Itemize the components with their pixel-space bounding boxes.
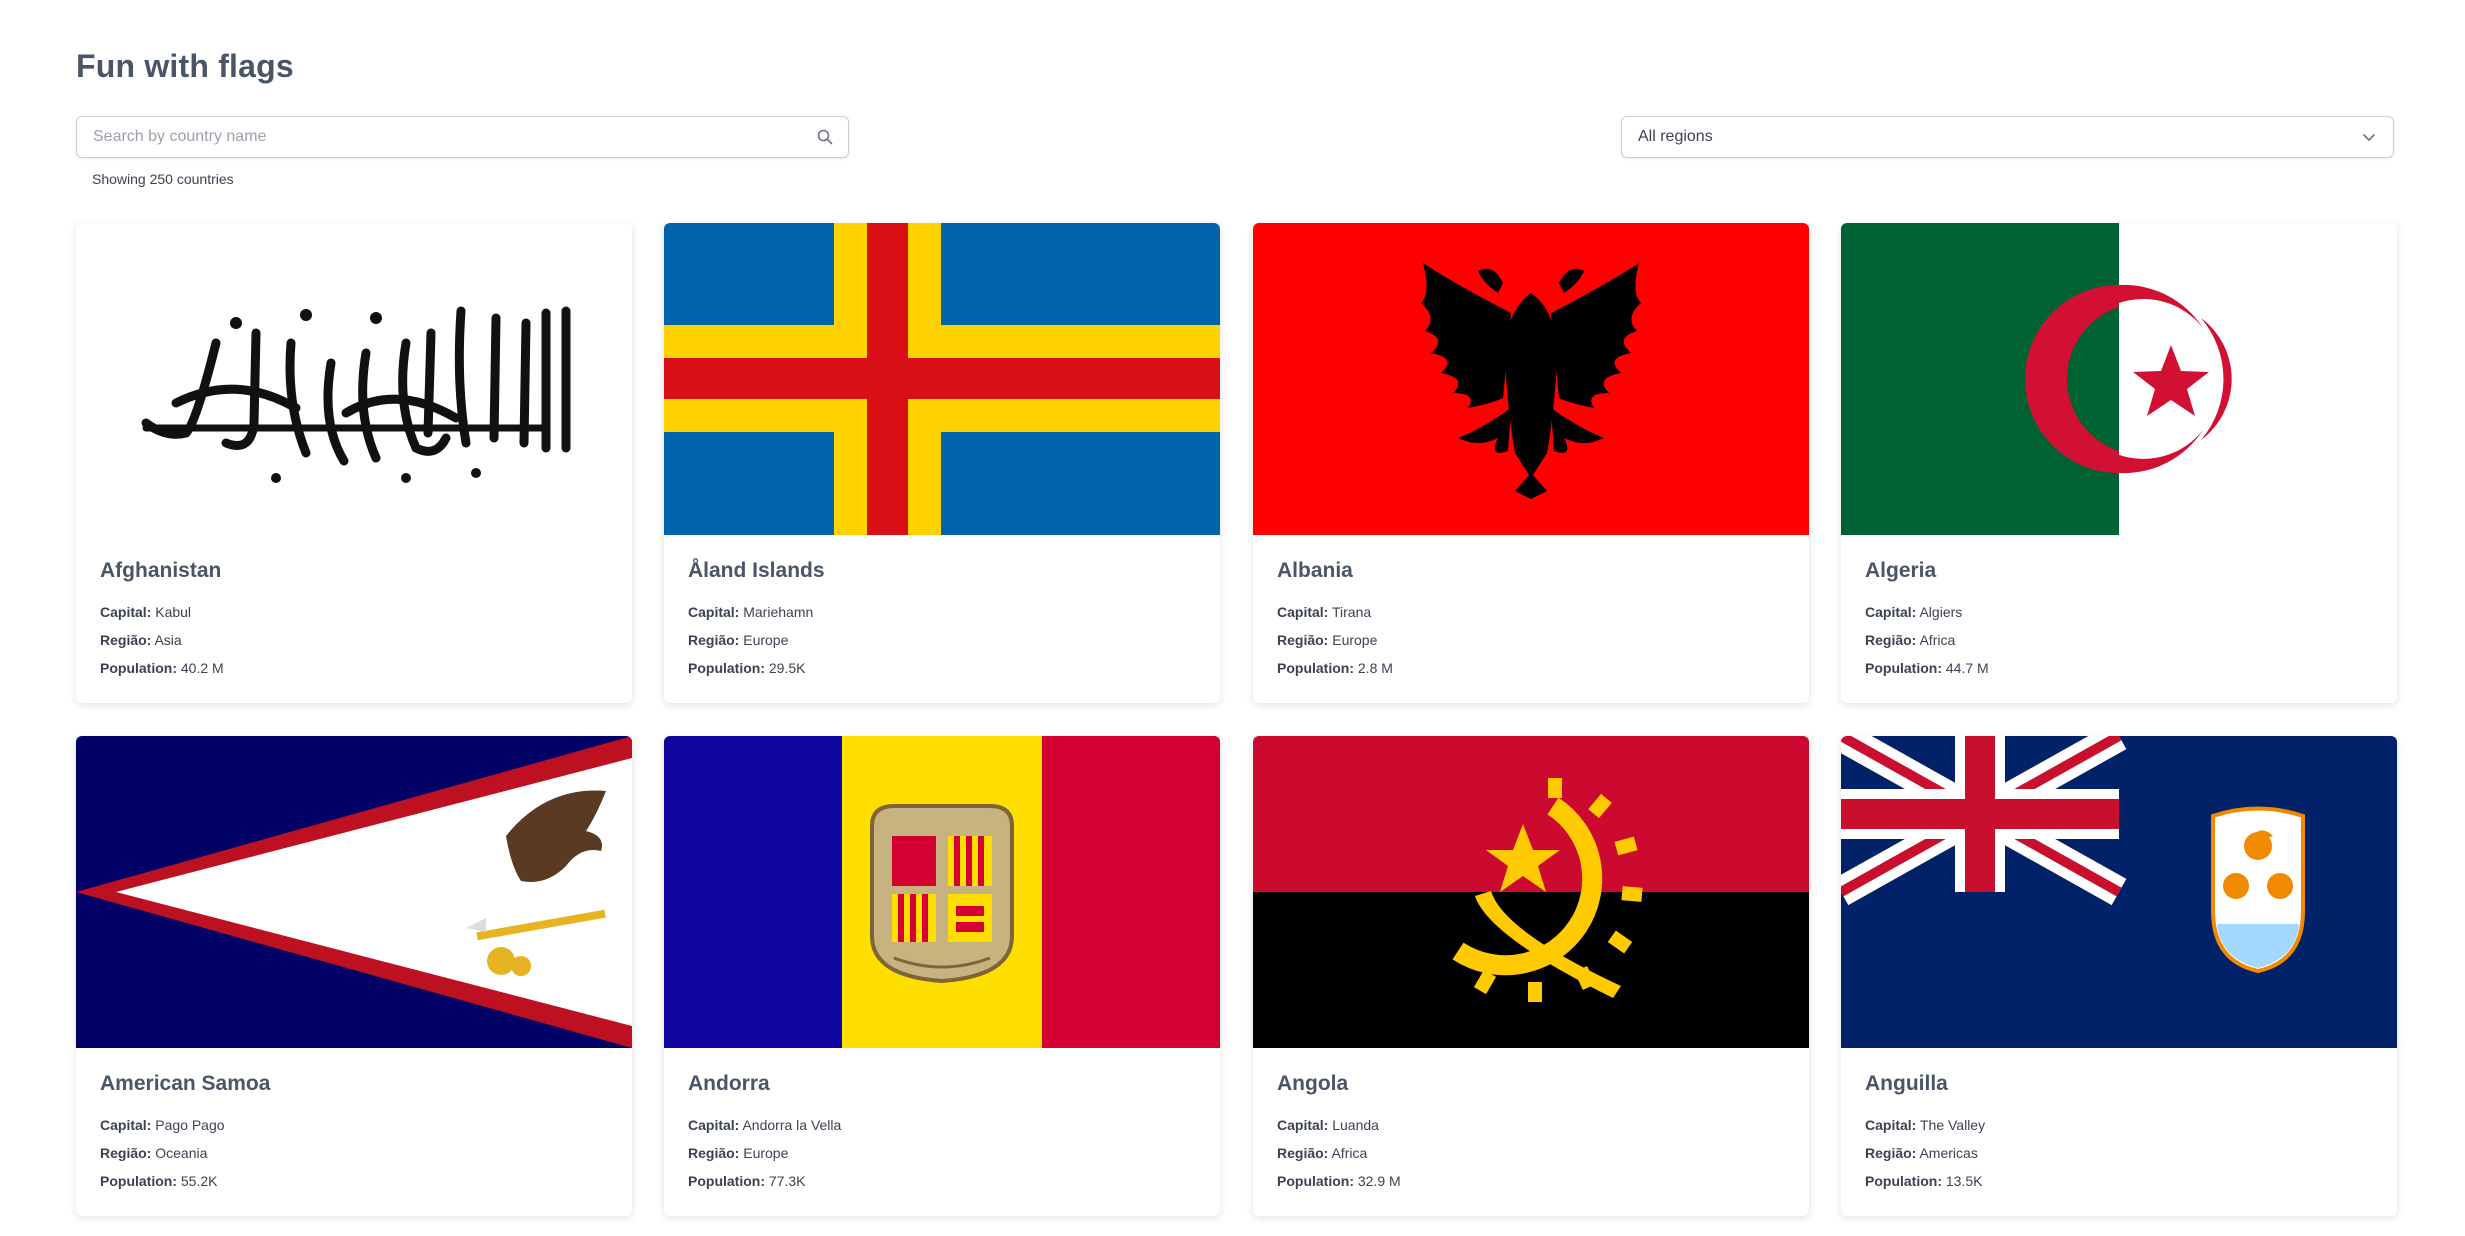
- search-box[interactable]: [76, 116, 849, 158]
- country-capital: Capital: Pago Pago: [100, 1117, 225, 1133]
- anguilla-flag-icon: [1841, 736, 2397, 1048]
- country-population: Population: 44.7 M: [1865, 660, 1989, 676]
- country-name: American Samoa: [100, 1072, 271, 1095]
- country-region: Região: Africa: [1865, 632, 1956, 648]
- country-name: Angola: [1277, 1072, 1349, 1095]
- aland-islands-flag-icon: [664, 223, 1220, 535]
- country-name: Afghanistan: [100, 559, 222, 582]
- country-population: Population: 55.2K: [100, 1173, 218, 1189]
- flag-image: [664, 736, 1220, 1048]
- algeria-flag-icon: [1841, 223, 2397, 535]
- country-card-anguilla[interactable]: Anguilla Capital: The Valley Região: Ame…: [1841, 736, 2397, 1216]
- afghanistan-flag-icon: [76, 223, 632, 535]
- country-region: Região: Americas: [1865, 1145, 1978, 1161]
- country-capital: Capital: Mariehamn: [688, 604, 814, 620]
- andorra-flag-icon: [664, 736, 1220, 1048]
- country-name: Andorra: [688, 1072, 770, 1095]
- country-name: Åland Islands: [688, 559, 825, 582]
- country-region: Região: Europe: [688, 632, 789, 648]
- angola-flag-icon: [1253, 736, 1809, 1048]
- country-population: Population: 32.9 M: [1277, 1173, 1401, 1189]
- country-card-aland-islands[interactable]: Åland Islands Capital: Mariehamn Região:…: [664, 223, 1220, 703]
- search-icon[interactable]: [816, 128, 834, 146]
- country-card-american-samoa[interactable]: American Samoa Capital: Pago Pago Região…: [76, 736, 632, 1216]
- page-title: Fun with flags: [76, 48, 294, 84]
- country-card-afghanistan[interactable]: Afghanistan Capital: Kabul Região: Asia …: [76, 223, 632, 703]
- flag-image: [76, 736, 632, 1048]
- country-name: Albania: [1277, 559, 1353, 582]
- country-region: Região: Africa: [1277, 1145, 1368, 1161]
- results-count: Showing 250 countries: [92, 171, 234, 187]
- country-card-algeria[interactable]: Algeria Capital: Algiers Região: Africa …: [1841, 223, 2397, 703]
- country-population: Population: 40.2 M: [100, 660, 224, 676]
- country-capital: Capital: The Valley: [1865, 1117, 1986, 1133]
- country-capital: Capital: Luanda: [1277, 1117, 1379, 1133]
- country-capital: Capital: Kabul: [100, 604, 192, 620]
- country-capital: Capital: Tirana: [1277, 604, 1372, 620]
- flag-image: [1253, 736, 1809, 1048]
- american-samoa-flag-icon: [76, 736, 632, 1048]
- country-capital: Capital: Algiers: [1865, 604, 1963, 620]
- search-input[interactable]: [93, 117, 793, 156]
- chevron-down-icon: [2363, 134, 2375, 141]
- country-region: Região: Europe: [688, 1145, 789, 1161]
- country-region: Região: Oceania: [100, 1145, 208, 1161]
- country-capital: Capital: Andorra la Vella: [688, 1117, 842, 1133]
- country-name: Anguilla: [1865, 1072, 1948, 1095]
- country-name: Algeria: [1865, 559, 1937, 582]
- flag-image: [1841, 736, 2397, 1048]
- country-population: Population: 29.5K: [688, 660, 806, 676]
- country-population: Population: 77.3K: [688, 1173, 806, 1189]
- country-region: Região: Europe: [1277, 632, 1378, 648]
- country-population: Population: 13.5K: [1865, 1173, 1983, 1189]
- flag-image: [664, 223, 1220, 535]
- region-select-value: All regions: [1638, 128, 1713, 145]
- country-card-angola[interactable]: Angola Capital: Luanda Região: Africa Po…: [1253, 736, 1809, 1216]
- country-population: Population: 2.8 M: [1277, 660, 1393, 676]
- flag-image: [1841, 223, 2397, 535]
- country-card-albania[interactable]: Albania Capital: Tirana Região: Europe P…: [1253, 223, 1809, 703]
- region-select[interactable]: All regions: [1621, 116, 2394, 158]
- country-region: Região: Asia: [100, 632, 182, 648]
- flag-image: [76, 223, 632, 535]
- country-card-andorra[interactable]: Andorra Capital: Andorra la Vella Região…: [664, 736, 1220, 1216]
- flag-image: [1253, 223, 1809, 535]
- albania-flag-icon: [1253, 223, 1809, 535]
